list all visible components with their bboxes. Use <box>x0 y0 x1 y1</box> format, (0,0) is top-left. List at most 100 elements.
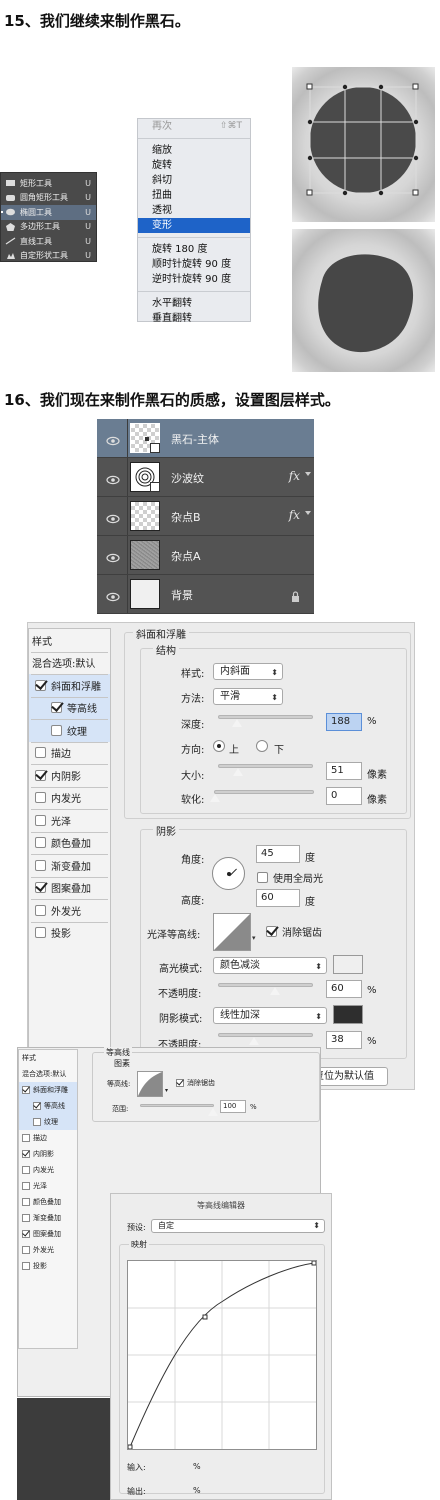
mini-range-input[interactable]: 100 <box>220 1100 246 1113</box>
layer-row[interactable]: 背景 <box>97 575 314 614</box>
mini-anti-alias-checkbox[interactable]: 消除锯齿 <box>176 1078 215 1088</box>
mini-effect-item[interactable]: 光泽 <box>19 1178 77 1194</box>
effect-item[interactable]: 外发光 <box>29 899 110 922</box>
eye-icon[interactable] <box>106 549 120 563</box>
size-input[interactable]: 51 <box>326 762 362 780</box>
layer-row[interactable]: 黑石-主体 <box>97 419 314 458</box>
effect-checkbox[interactable] <box>35 792 46 804</box>
mini-styles-header[interactable]: 样式 <box>19 1050 77 1066</box>
eye-icon[interactable] <box>106 471 120 485</box>
effect-checkbox[interactable] <box>35 882 46 894</box>
shadow-opacity-input[interactable]: 38 <box>326 1031 362 1049</box>
styles-header[interactable]: 样式 <box>29 629 110 652</box>
effect-checkbox[interactable] <box>35 679 46 691</box>
chevron-down-icon[interactable] <box>305 472 311 476</box>
size-slider-thumb[interactable] <box>231 767 244 777</box>
effect-checkbox[interactable] <box>35 814 46 826</box>
mini-anti-alias-box[interactable] <box>176 1079 184 1087</box>
soften-slider[interactable] <box>209 790 314 803</box>
angle-dial[interactable] <box>212 857 245 890</box>
effect-item[interactable]: 斜面和浮雕 <box>29 674 110 697</box>
highlight-opacity-input[interactable]: 60 <box>326 980 362 998</box>
eye-icon[interactable] <box>106 432 120 446</box>
mini-effect-checkbox[interactable] <box>22 1134 30 1142</box>
effect-checkbox[interactable] <box>35 837 46 849</box>
depth-slider-thumb[interactable] <box>230 718 243 728</box>
depth-slider[interactable] <box>218 715 313 728</box>
effect-item[interactable]: 渐变叠加 <box>29 854 110 877</box>
menu-item[interactable]: 缩放 <box>138 143 250 158</box>
preset-select[interactable]: 自定 ⬍ <box>151 1219 325 1233</box>
technique-select[interactable]: 平滑 ⬍ <box>213 688 283 705</box>
shadow-color-swatch[interactable] <box>333 1005 363 1024</box>
shadow-mode-select[interactable]: 线性加深 ⬍ <box>213 1007 327 1024</box>
highlight-opacity-slider[interactable] <box>218 983 313 996</box>
layer-row[interactable]: 沙波纹 fx <box>97 458 314 497</box>
mini-blend-options-item[interactable]: 混合选项:默认 <box>19 1066 77 1082</box>
tool-item[interactable]: 椭圆工具 U <box>1 205 96 220</box>
mini-effect-checkbox[interactable] <box>22 1182 30 1190</box>
effect-item[interactable]: 内发光 <box>29 786 110 810</box>
mini-effect-checkbox[interactable] <box>22 1230 30 1238</box>
effect-checkbox[interactable] <box>51 724 62 736</box>
mini-range-thumb[interactable] <box>207 1107 219 1117</box>
shadow-opacity-slider[interactable] <box>218 1033 313 1046</box>
effect-checkbox[interactable] <box>35 859 46 871</box>
highlight-color-swatch[interactable] <box>333 955 363 974</box>
global-light-box[interactable] <box>257 872 268 883</box>
mini-effect-item[interactable]: 等高线 <box>19 1098 77 1114</box>
mini-effect-checkbox[interactable] <box>22 1262 30 1270</box>
mini-effect-item[interactable]: 内发光 <box>19 1162 77 1178</box>
menu-item-again[interactable]: 再次 ⇧⌘T <box>138 119 250 134</box>
effect-item[interactable]: 投影 <box>29 921 110 945</box>
menu-item[interactable]: 水平翻转 <box>138 296 250 311</box>
fx-icon[interactable]: fx <box>289 508 300 522</box>
effect-item[interactable]: 等高线 <box>29 696 110 719</box>
tool-item[interactable]: 多边形工具 U <box>1 220 96 235</box>
mini-effect-item[interactable]: 内阴影 <box>19 1146 77 1162</box>
menu-item[interactable]: 垂直翻转 <box>138 311 250 326</box>
menu-item[interactable]: 变形 <box>138 218 250 233</box>
mini-effect-item[interactable]: 颜色叠加 <box>19 1194 77 1210</box>
mini-effect-checkbox[interactable] <box>22 1166 30 1174</box>
highlight-opacity-thumb[interactable] <box>268 986 281 996</box>
tool-item[interactable]: 自定形状工具 U <box>1 249 96 264</box>
mini-range-slider[interactable] <box>140 1104 219 1117</box>
contour-curve-graph[interactable] <box>127 1260 317 1450</box>
mini-effect-item[interactable]: 外发光 <box>19 1242 77 1258</box>
direction-up-radio[interactable] <box>213 740 225 752</box>
menu-item[interactable]: 斜切 <box>138 173 250 188</box>
highlight-mode-select[interactable]: 颜色减淡 ⬍ <box>213 957 327 974</box>
mini-effect-checkbox[interactable] <box>22 1246 30 1254</box>
soften-input[interactable]: 0 <box>326 787 362 805</box>
mini-effect-checkbox[interactable] <box>22 1214 30 1222</box>
effect-checkbox[interactable] <box>35 769 46 781</box>
fx-icon[interactable]: fx <box>289 469 300 483</box>
tool-item[interactable]: 直线工具 U <box>1 234 96 249</box>
mini-contour-picker[interactable] <box>137 1071 163 1097</box>
menu-item[interactable]: 透视 <box>138 203 250 218</box>
anti-alias-box[interactable] <box>266 926 277 937</box>
menu-item[interactable]: 旋转 180 度 <box>138 242 250 257</box>
mini-effect-item[interactable]: 纹理 <box>19 1114 77 1130</box>
style-select[interactable]: 内斜面 ⬍ <box>213 663 283 680</box>
mini-effect-checkbox[interactable] <box>33 1118 41 1126</box>
chevron-down-icon[interactable]: ▾ <box>252 934 256 942</box>
global-light-checkbox[interactable]: 使用全局光 <box>257 870 323 885</box>
chevron-down-icon[interactable]: ▾ <box>165 1087 168 1094</box>
effect-checkbox[interactable] <box>51 702 62 714</box>
blend-options-item[interactable]: 混合选项:默认 <box>29 651 110 675</box>
angle-input[interactable]: 45 <box>256 845 300 863</box>
mini-effect-checkbox[interactable] <box>33 1102 41 1110</box>
tool-item[interactable]: 圆角矩形工具 U <box>1 191 96 206</box>
effect-item[interactable]: 光泽 <box>29 809 110 832</box>
effect-checkbox[interactable] <box>35 747 46 759</box>
direction-down-radio[interactable] <box>256 740 268 752</box>
layer-row[interactable]: 杂点B fx <box>97 497 314 536</box>
eye-icon[interactable] <box>106 510 120 524</box>
tool-item[interactable]: 矩形工具 U <box>1 176 96 191</box>
gloss-contour-picker[interactable] <box>213 913 251 951</box>
effect-item[interactable]: 内阴影 <box>29 764 110 787</box>
effect-checkbox[interactable] <box>35 927 46 939</box>
mini-effect-checkbox[interactable] <box>22 1150 30 1158</box>
